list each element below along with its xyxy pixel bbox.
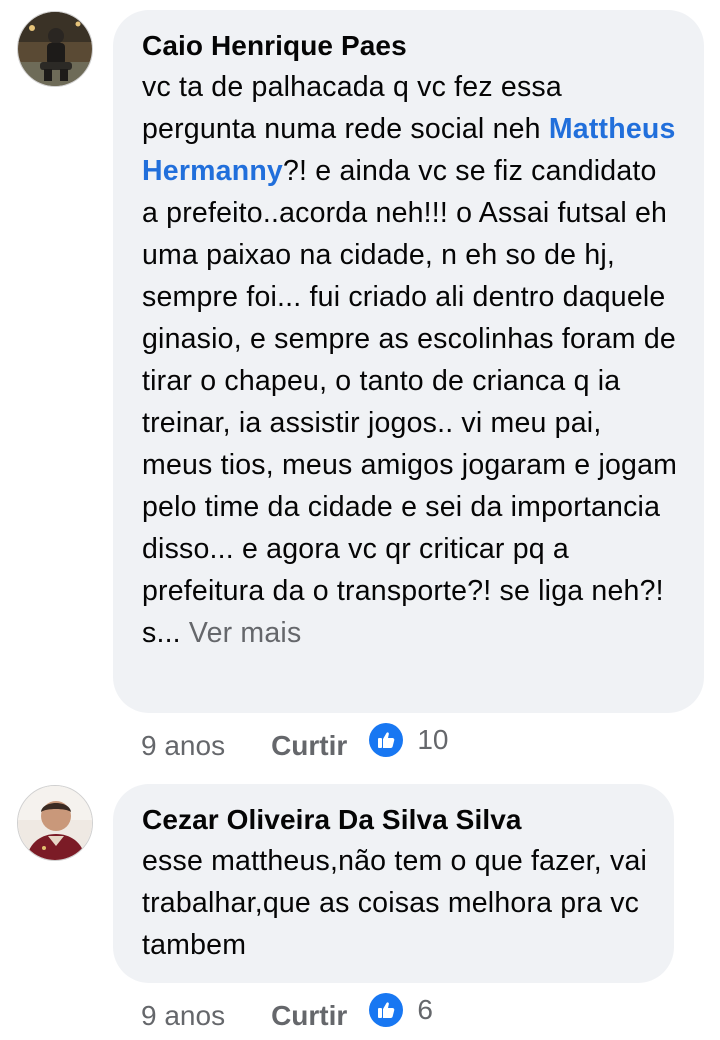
comment-timestamp[interactable]: 9 anos: [141, 1000, 225, 1032]
see-more-link[interactable]: Ver mais: [181, 617, 302, 649]
comment-actions: 9 anos Curtir 10: [141, 723, 448, 766]
comment-author[interactable]: Caio Henrique Paes: [142, 30, 678, 62]
comment-bubble: Cezar Oliveira Da Silva Silva esse matth…: [113, 784, 674, 983]
comment-text-before: vc ta de palhacada q vc fez essa pergunt…: [142, 71, 562, 145]
commenter-avatar[interactable]: [17, 785, 93, 861]
person-avatar-red-icon: [18, 786, 92, 860]
like-button[interactable]: Curtir: [271, 730, 347, 762]
thumbs-up-icon: [369, 723, 404, 757]
reaction-summary[interactable]: 10: [369, 723, 448, 757]
comment-text-after: ?! e ainda vc se fiz candidato a prefeit…: [142, 155, 678, 649]
comment-actions: 9 anos Curtir 6: [141, 993, 433, 1036]
like-button[interactable]: Curtir: [271, 1000, 347, 1032]
comment-text: vc ta de palhacada q vc fez essa pergunt…: [142, 66, 678, 654]
reaction-summary[interactable]: 6: [369, 993, 433, 1027]
thumbs-up-icon: [369, 993, 404, 1027]
reaction-count: 6: [417, 994, 433, 1025]
commenter-avatar[interactable]: [17, 11, 93, 87]
person-avatar-dark-icon: [18, 12, 92, 86]
reaction-count: 10: [417, 724, 449, 755]
comment-bubble: Caio Henrique Paes vc ta de palhacada q …: [113, 10, 704, 713]
comment-text: esse mattheus,não tem o que fazer, vai t…: [142, 845, 648, 961]
comment-timestamp[interactable]: 9 anos: [141, 730, 225, 762]
comment-author[interactable]: Cezar Oliveira Da Silva Silva: [142, 804, 648, 836]
